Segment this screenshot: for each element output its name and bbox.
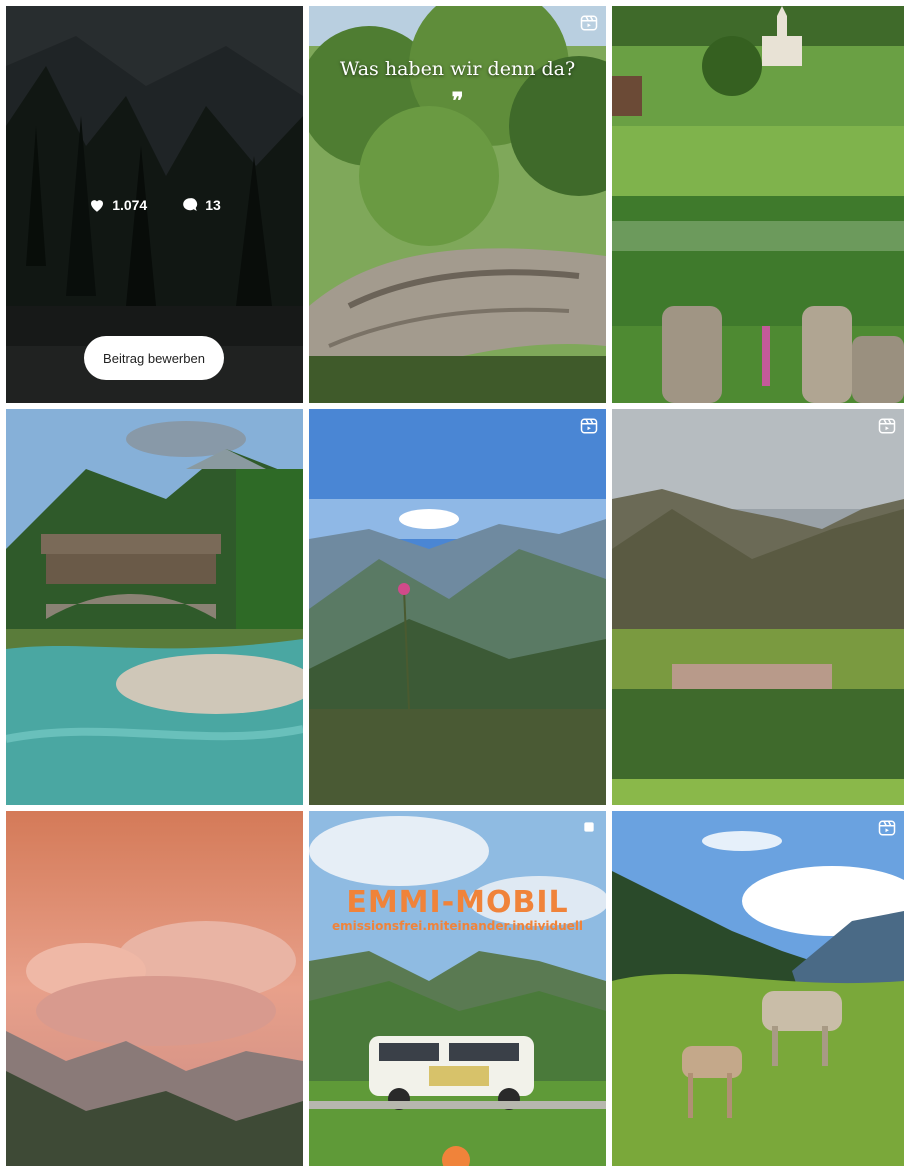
- quote-mark: ❞: [451, 88, 464, 114]
- post-stats: 1.074 13: [6, 196, 303, 214]
- post-image: [6, 409, 303, 805]
- post-tile-covered-bridge[interactable]: [6, 409, 303, 805]
- post-tile-valley-town[interactable]: [612, 409, 904, 805]
- comments-stat: 13: [181, 196, 221, 214]
- post-tile-lake-village[interactable]: [612, 6, 904, 403]
- comments-count: 13: [205, 197, 221, 213]
- post-image: [6, 811, 303, 1166]
- comment-icon: [183, 198, 198, 211]
- post-tile-sunset-clouds[interactable]: [6, 811, 303, 1166]
- post-tile-mountain-panorama[interactable]: [309, 409, 606, 805]
- post-image: [612, 811, 904, 1166]
- post-image: [309, 811, 606, 1166]
- reel-icon: [878, 418, 896, 434]
- post-tile-emmi-mobil[interactable]: EMMI-MOBIL emissionsfrei.miteinander.ind…: [309, 811, 606, 1166]
- emmi-title: EMMI-MOBIL: [346, 885, 569, 920]
- likes-stat: 1.074: [88, 196, 147, 214]
- emmi-badge-icon: [442, 1146, 470, 1166]
- emmi-subtitle: emissionsfrei.miteinander.individuell: [331, 919, 584, 933]
- post-image: [309, 409, 606, 805]
- reel-icon: [878, 820, 896, 836]
- post-image: [612, 409, 904, 805]
- post-tile-driftwood[interactable]: Was haben wir denn da? ❞: [309, 6, 606, 403]
- post-tile-cows-pasture[interactable]: [612, 811, 904, 1166]
- post-tile-forest-dark[interactable]: 1.074 13 Beitrag bewerben: [6, 6, 303, 403]
- likes-count: 1.074: [112, 197, 148, 213]
- heart-icon: [91, 200, 104, 212]
- post-image: [612, 6, 904, 403]
- reel-icon: [580, 418, 598, 434]
- promote-post-button[interactable]: Beitrag bewerben: [84, 336, 224, 380]
- post-grid: 1.074 13 Beitrag bewerben Was haben wir …: [6, 6, 904, 1166]
- reel-icon: [580, 15, 598, 31]
- multi-post-icon: [584, 822, 594, 832]
- post-caption: Was haben wir denn da?: [339, 58, 576, 80]
